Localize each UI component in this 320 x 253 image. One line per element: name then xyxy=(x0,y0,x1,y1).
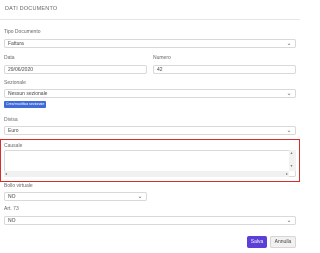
causale-horizontal-scrollbar[interactable]: ◂ ▸ xyxy=(4,171,289,177)
crea-modifica-sezionale-button[interactable]: Crea/modifica sezionale xyxy=(4,101,47,108)
chevron-down-icon: ⌄ xyxy=(286,218,292,224)
scroll-up-icon[interactable]: ▴ xyxy=(291,151,293,155)
tipo-documento-value: Fattura xyxy=(8,41,24,47)
tipo-documento-select[interactable]: Fattura ⌄ xyxy=(4,39,296,48)
divisa-select[interactable]: Euro ⌄ xyxy=(4,126,296,135)
bollo-virtuale-select[interactable]: NO ⌄ xyxy=(4,192,147,201)
tipo-documento-label: Tipo Documento xyxy=(4,29,41,35)
art73-label: Art. 73 xyxy=(4,206,19,212)
numero-label: Numero xyxy=(153,55,171,61)
sezionale-value: Nessun sezionale xyxy=(8,91,48,97)
numero-field[interactable]: 42 xyxy=(153,65,296,74)
scroll-left-icon[interactable]: ◂ xyxy=(5,172,7,176)
bollo-virtuale-label: Bollo virtuale xyxy=(4,183,33,189)
data-value: 29/06/2020 xyxy=(8,67,34,73)
chevron-down-icon: ⌄ xyxy=(137,194,143,200)
header-divider xyxy=(0,19,300,20)
cancel-button[interactable]: Annulla xyxy=(270,236,296,248)
numero-value: 42 xyxy=(157,67,163,73)
art73-value: NO xyxy=(8,218,16,224)
bollo-virtuale-value: NO xyxy=(8,194,16,200)
art73-select[interactable]: NO ⌄ xyxy=(4,216,296,225)
scroll-right-icon[interactable]: ▸ xyxy=(286,172,288,176)
data-label: Data xyxy=(4,55,15,61)
divisa-value: Euro xyxy=(8,128,19,134)
causale-label: Causale xyxy=(4,143,23,149)
scroll-down-icon[interactable]: ▾ xyxy=(291,164,293,168)
save-button[interactable]: Salva xyxy=(247,236,267,248)
chevron-down-icon: ⌄ xyxy=(286,41,292,47)
sezionale-select[interactable]: Nessun sezionale ⌄ xyxy=(4,89,296,98)
data-field[interactable]: 29/06/2020 xyxy=(4,65,147,74)
section-title: DATI DOCUMENTO xyxy=(5,6,58,12)
chevron-down-icon: ⌄ xyxy=(286,128,292,134)
chevron-down-icon: ⌄ xyxy=(286,91,292,97)
causale-vertical-scrollbar[interactable]: ▴ ▾ xyxy=(289,150,296,171)
sezionale-label: Sezionale xyxy=(4,80,26,86)
divisa-label: Divisa xyxy=(4,117,18,123)
